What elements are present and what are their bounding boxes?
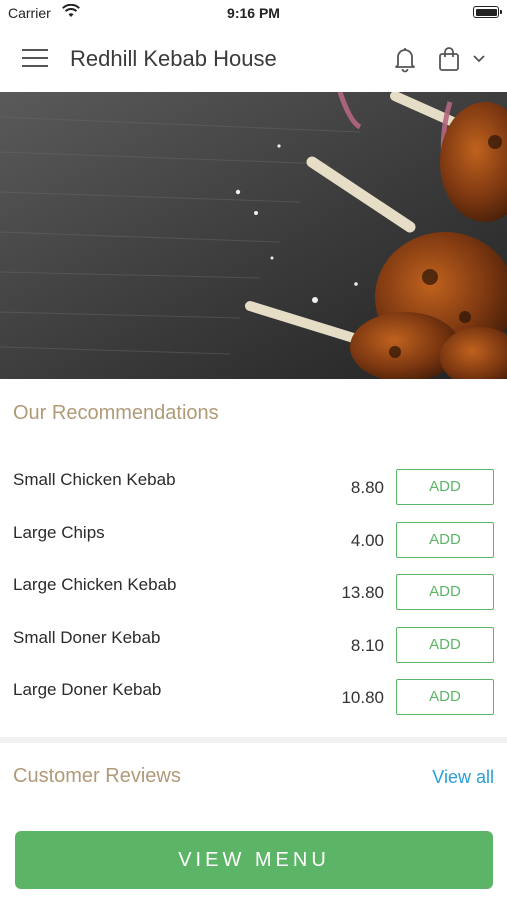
menu-item-price: 4.00 xyxy=(350,531,384,550)
menu-icon[interactable] xyxy=(22,49,48,71)
add-button[interactable]: ADD xyxy=(396,469,494,505)
menu-item-name: Small Chicken Kebab xyxy=(13,470,176,489)
reviews-title: Customer Reviews xyxy=(13,765,181,787)
status-bar: Carrier 9:16 PM xyxy=(0,0,507,28)
hero-image xyxy=(0,92,507,379)
view-menu-button[interactable]: VIEW MENU xyxy=(15,831,493,889)
menu-item-row: Large Chips 4.00 ADD xyxy=(0,517,507,569)
menu-item-price: 8.80 xyxy=(350,478,384,497)
bell-icon[interactable] xyxy=(390,44,420,74)
recommendations-title: Our Recommendations xyxy=(13,402,219,424)
add-button[interactable]: ADD xyxy=(396,522,494,558)
view-all-link[interactable]: View all xyxy=(432,767,494,788)
menu-item-row: Large Chicken Kebab 13.80 ADD xyxy=(0,569,507,621)
menu-item-price: 8.10 xyxy=(350,636,384,655)
page-title: Redhill Kebab House xyxy=(70,46,277,71)
menu-item-name: Small Doner Kebab xyxy=(13,628,161,647)
menu-item-name: Large Doner Kebab xyxy=(13,680,162,699)
chevron-down-icon[interactable] xyxy=(471,53,487,65)
top-nav-bar: Redhill Kebab House xyxy=(0,28,507,92)
menu-item-name: Large Chips xyxy=(13,523,105,542)
add-button[interactable]: ADD xyxy=(396,627,494,663)
menu-item-row: Small Doner Kebab 8.10 ADD xyxy=(0,622,507,674)
battery-icon xyxy=(473,6,502,18)
shopping-bag-icon[interactable] xyxy=(437,46,461,72)
menu-item-price: 13.80 xyxy=(341,583,384,602)
section-divider xyxy=(0,737,507,743)
menu-item-price: 10.80 xyxy=(341,688,384,707)
menu-item-name: Large Chicken Kebab xyxy=(13,575,177,594)
add-button[interactable]: ADD xyxy=(396,574,494,610)
clock: 9:16 PM xyxy=(227,5,280,21)
add-button[interactable]: ADD xyxy=(396,679,494,715)
menu-item-row: Small Chicken Kebab 8.80 ADD xyxy=(0,464,507,516)
menu-item-row: Large Doner Kebab 10.80 ADD xyxy=(0,674,507,726)
